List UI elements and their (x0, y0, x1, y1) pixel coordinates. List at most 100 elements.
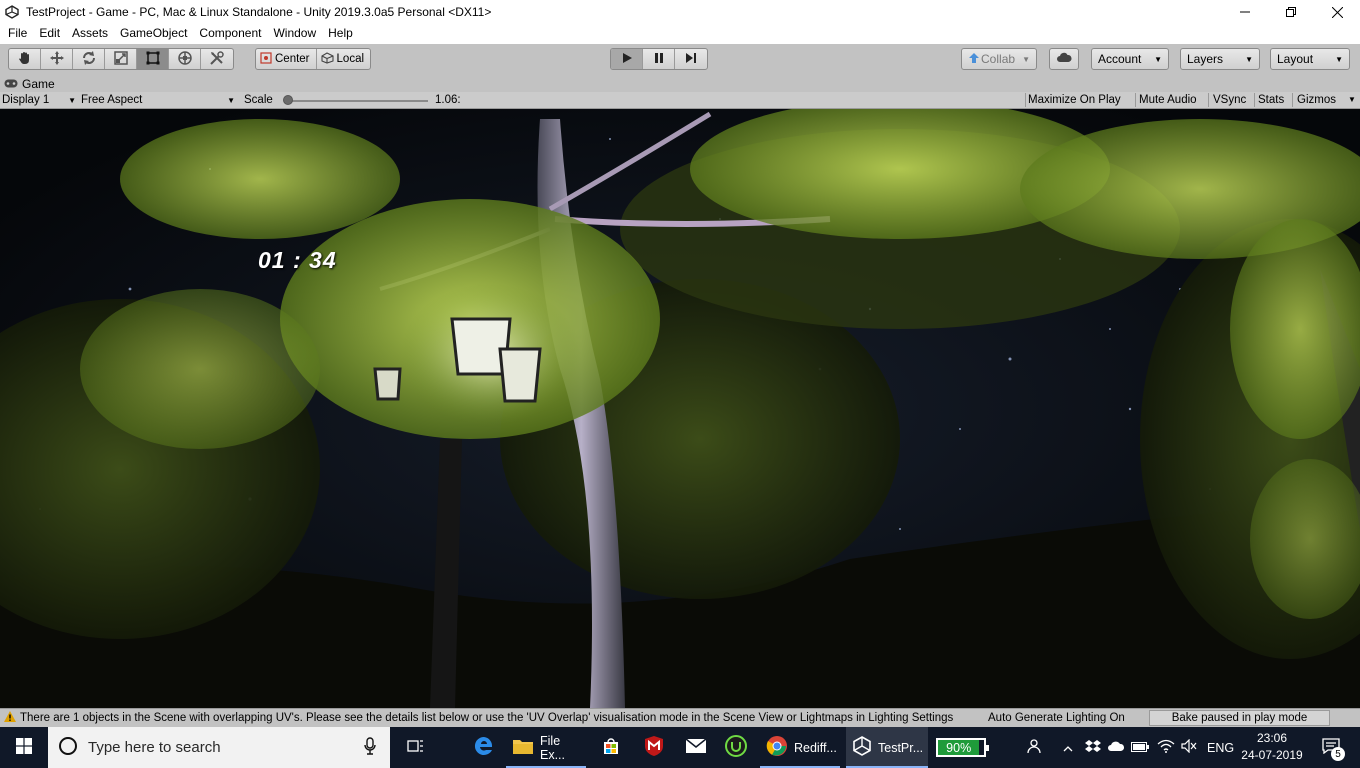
taskbar-app-unity[interactable]: TestPr... (846, 727, 928, 768)
battery-tray-button[interactable] (1130, 727, 1150, 768)
account-dropdown[interactable]: Account ▼ (1091, 48, 1169, 70)
console-warning-message[interactable]: There are 1 objects in the Scene with ov… (4, 711, 988, 725)
task-view-button[interactable] (402, 727, 430, 768)
pivot-local-toggle[interactable]: Local (317, 49, 370, 69)
divider (1254, 93, 1255, 107)
input-language[interactable]: ENG (1207, 727, 1234, 768)
menu-edit[interactable]: Edit (33, 24, 66, 44)
start-button[interactable] (0, 727, 48, 768)
folder-icon (512, 737, 534, 758)
rect-icon (145, 50, 161, 69)
chevron-up-icon (1063, 741, 1073, 755)
scale-value: 1.06: (435, 94, 461, 106)
step-button[interactable] (675, 49, 707, 69)
rotate-tool-button[interactable] (73, 49, 105, 69)
mail-icon (685, 738, 707, 757)
collab-icon (968, 52, 980, 67)
chevron-down-icon: ▼ (68, 95, 76, 105)
show-hidden-icons-button[interactable] (1060, 727, 1076, 768)
chevron-down-icon: ▼ (227, 95, 235, 105)
layout-dropdown[interactable]: Layout ▼ (1270, 48, 1350, 70)
divider (1025, 93, 1026, 107)
gamepad-icon (4, 77, 18, 91)
divider (1292, 93, 1293, 107)
volume-tray-button[interactable] (1179, 727, 1199, 768)
people-button[interactable] (1022, 727, 1044, 768)
mcafee-shield-icon (644, 735, 664, 760)
chevron-down-icon: ▼ (1022, 54, 1030, 64)
taskbar-app-file-explorer[interactable]: File Ex... (506, 727, 586, 768)
vsync-toggle[interactable]: VSync (1213, 92, 1246, 108)
stats-toggle[interactable]: Stats (1258, 92, 1284, 108)
menu-gameobject[interactable]: GameObject (114, 24, 193, 44)
pivot-local-label: Local (336, 53, 365, 65)
gizmos-dropdown[interactable]: Gizmos (1297, 92, 1336, 108)
store-button[interactable] (597, 727, 625, 768)
minimize-button[interactable] (1222, 0, 1268, 24)
rect-tool-button[interactable] (137, 49, 169, 69)
battery-icon (1131, 741, 1149, 755)
layout-label: Layout (1277, 52, 1314, 66)
edge-browser-button[interactable] (470, 727, 498, 768)
warning-text: There are 1 objects in the Scene with ov… (20, 712, 954, 724)
play-controls (610, 48, 708, 70)
battery-percent: 90% (946, 740, 972, 755)
display-dropdown[interactable]: Display 1 ▼ (2, 92, 76, 108)
pause-button[interactable] (643, 49, 675, 69)
layers-dropdown[interactable]: Layers ▼ (1180, 48, 1260, 70)
cloud-sync-icon (1107, 740, 1125, 755)
cloud-icon (1056, 52, 1072, 66)
move-tool-button[interactable] (41, 49, 73, 69)
game-viewport[interactable]: 01 : 34 (0, 109, 1360, 708)
menu-window[interactable]: Window (267, 24, 322, 44)
collab-dropdown[interactable]: Collab ▼ (961, 48, 1037, 70)
auto-generate-lighting-status: Auto Generate Lighting On (988, 712, 1125, 724)
chevron-down-icon: ▼ (1335, 54, 1343, 64)
taskbar-clock[interactable]: 23:06 24-07-2019 (1240, 730, 1304, 764)
pivot-center-toggle[interactable]: Center (256, 49, 317, 69)
play-button[interactable] (611, 49, 643, 69)
tab-game-label: Game (22, 77, 55, 91)
tab-game[interactable]: Game (4, 76, 55, 92)
hand-icon (17, 50, 33, 69)
menu-component[interactable]: Component (193, 24, 267, 44)
aspect-label: Free Aspect (81, 94, 143, 106)
transform-tool-button[interactable] (169, 49, 201, 69)
chevron-down-icon[interactable]: ▼ (1348, 95, 1356, 104)
scale-slider-thumb[interactable] (283, 95, 293, 105)
menu-assets[interactable]: Assets (66, 24, 114, 44)
scale-slider-track[interactable] (286, 100, 428, 102)
maximize-button[interactable] (1268, 0, 1314, 24)
microphone-icon[interactable] (364, 736, 376, 759)
clock-date: 24-07-2019 (1241, 748, 1303, 762)
collab-label: Collab (981, 52, 1016, 66)
battery-indicator[interactable]: 90% (936, 738, 989, 757)
mute-audio-toggle[interactable]: Mute Audio (1139, 92, 1197, 108)
rotate-icon (81, 50, 97, 69)
scale-icon (113, 50, 129, 69)
move-arrows-icon (49, 50, 65, 69)
maximize-on-play-toggle[interactable]: Maximize On Play (1028, 92, 1121, 108)
local-icon (320, 51, 334, 67)
search-placeholder: Type here to search (88, 739, 221, 756)
onedrive-tray-button[interactable] (1106, 727, 1126, 768)
action-center-button[interactable]: 5 (1316, 727, 1346, 768)
aspect-dropdown[interactable]: Free Aspect ▼ (81, 92, 235, 108)
menu-help[interactable]: Help (322, 24, 359, 44)
custom-tool-button[interactable] (201, 49, 233, 69)
dropbox-icon (1085, 739, 1101, 756)
close-button[interactable] (1314, 0, 1360, 24)
battery-fill: 90% (938, 740, 980, 755)
taskbar-app-chrome[interactable]: Rediff... (760, 727, 840, 768)
wifi-tray-button[interactable] (1155, 727, 1177, 768)
scale-tool-button[interactable] (105, 49, 137, 69)
notification-count-badge: 5 (1331, 747, 1345, 761)
cloud-button[interactable] (1049, 48, 1079, 70)
hand-tool-button[interactable] (9, 49, 41, 69)
dropbox-tray-button[interactable] (1083, 727, 1103, 768)
mail-button[interactable] (682, 727, 710, 768)
menu-file[interactable]: File (2, 24, 33, 44)
upwork-button[interactable] (722, 727, 750, 768)
taskbar-search-box[interactable]: Type here to search (48, 727, 390, 768)
mcafee-button[interactable] (640, 727, 668, 768)
